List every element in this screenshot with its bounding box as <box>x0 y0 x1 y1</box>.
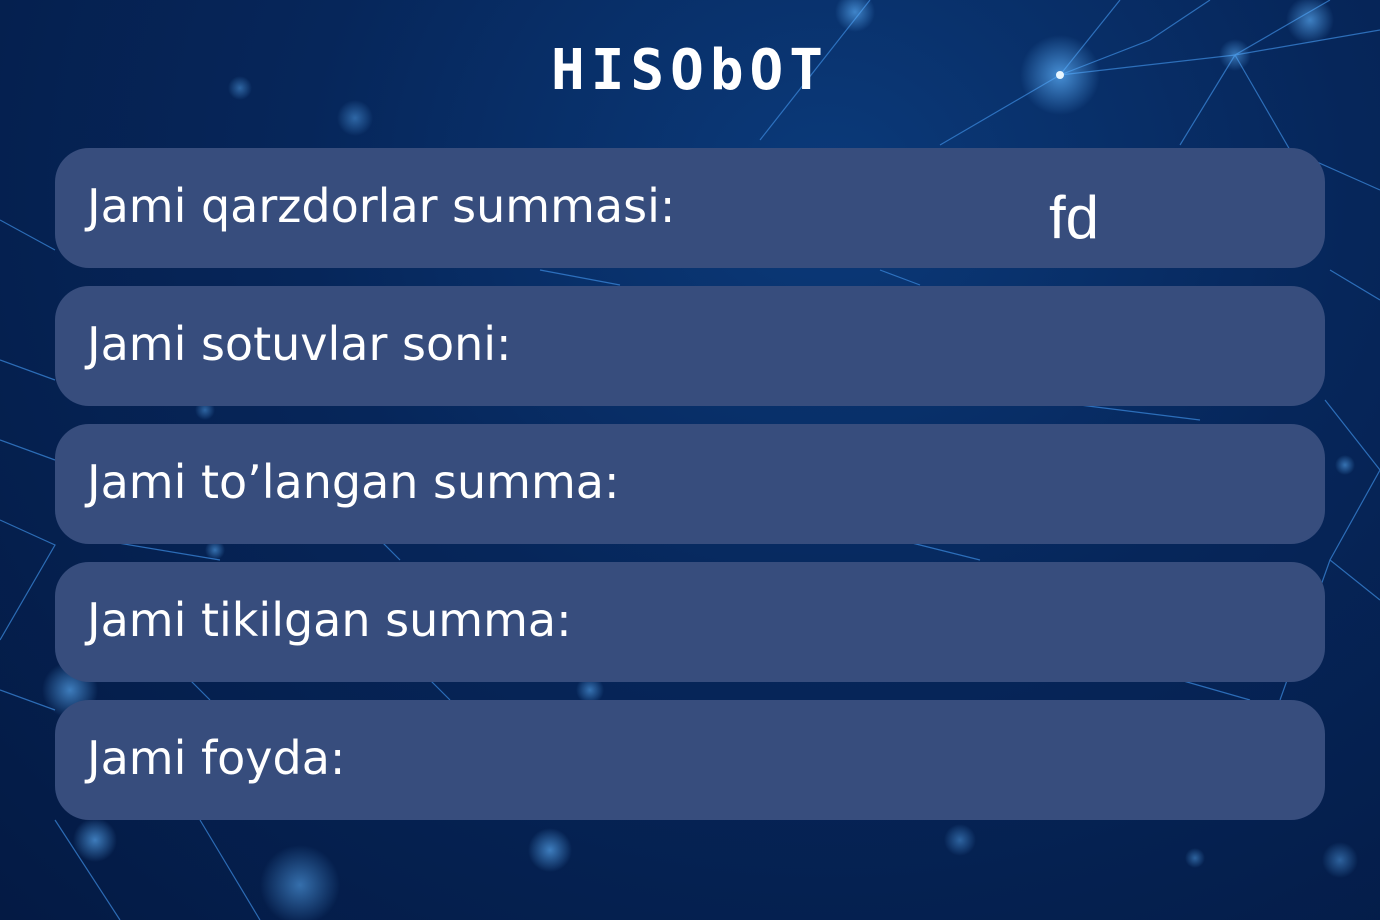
report-row-label: Jami sotuvlar soni: <box>87 317 512 371</box>
report-row-total-invested: Jami tikilgan summa: <box>55 562 1325 682</box>
page-title: HISObOT <box>550 38 829 103</box>
report-row-total-sales-count: Jami sotuvlar soni: <box>55 286 1325 406</box>
report-row-total-debtors: Jami qarzdorlar summasi: fd <box>55 148 1325 268</box>
report-row-label: Jami foyda: <box>87 731 346 785</box>
report-row-label: Jami tikilgan summa: <box>87 593 572 647</box>
report-row-label: Jami to’langan summa: <box>87 455 620 509</box>
report-row-total-profit: Jami foyda: <box>55 700 1325 820</box>
report-row-total-paid: Jami to’langan summa: <box>55 424 1325 544</box>
report-row-value: fd <box>1049 184 1100 251</box>
report-list: Jami qarzdorlar summasi: fd Jami sotuvla… <box>55 148 1325 838</box>
report-row-label: Jami qarzdorlar summasi: <box>87 179 676 233</box>
